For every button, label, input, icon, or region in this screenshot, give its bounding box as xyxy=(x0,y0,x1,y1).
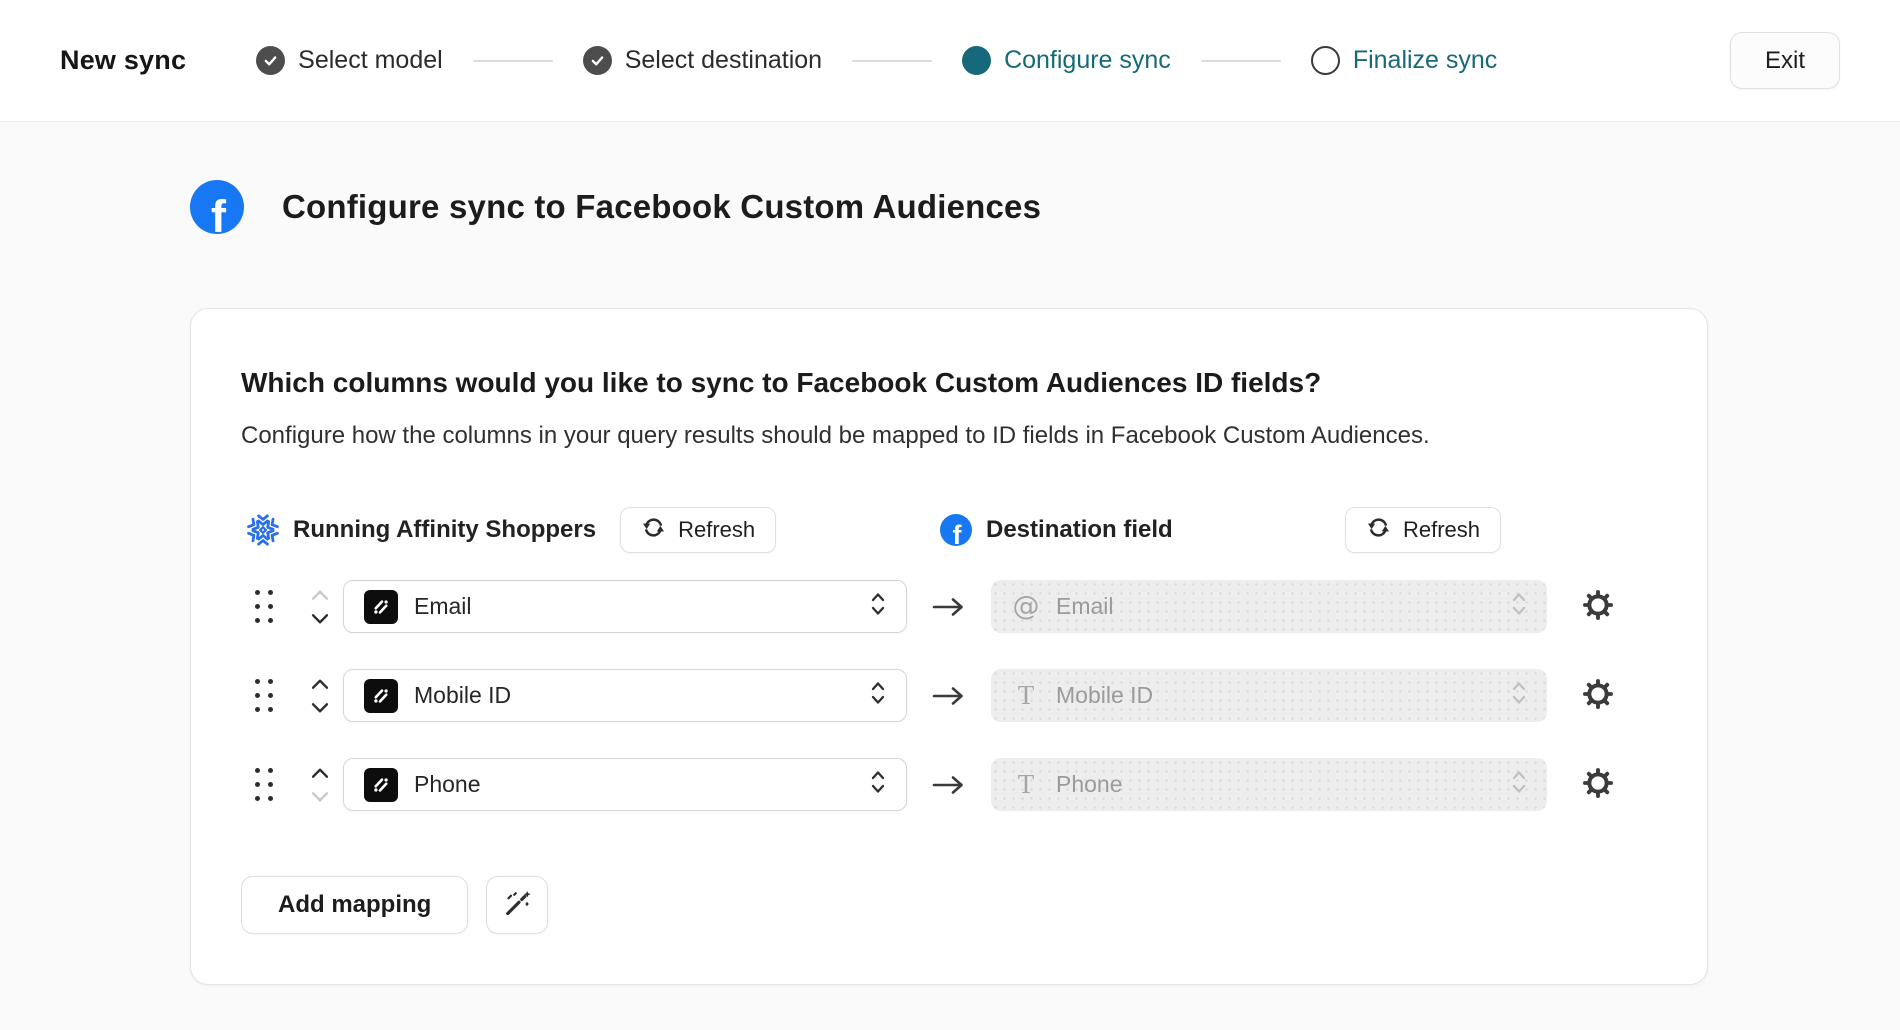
wizard-title: New sync xyxy=(60,45,186,76)
gear-icon xyxy=(1582,678,1614,713)
destination-field-value: Phone xyxy=(1056,771,1123,798)
step-label: Select model xyxy=(298,46,443,75)
step-label: Configure sync xyxy=(1004,46,1171,75)
snowflake-icon xyxy=(247,514,279,546)
arrow-right-icon xyxy=(907,774,991,796)
destination-field-select[interactable]: T Mobile ID xyxy=(991,669,1547,722)
facebook-icon: f xyxy=(940,514,972,546)
reorder-controls xyxy=(310,589,330,625)
select-carets-icon xyxy=(1511,590,1527,623)
at-icon: @ xyxy=(1011,591,1041,622)
destination-field-select[interactable]: T Phone xyxy=(991,758,1547,811)
arrow-right-icon xyxy=(907,685,991,707)
step-connector xyxy=(1201,60,1281,62)
step-active-dot-icon xyxy=(962,46,991,75)
drag-handle[interactable] xyxy=(255,768,279,801)
reorder-controls xyxy=(310,767,330,803)
refresh-label: Refresh xyxy=(678,517,755,543)
step-upcoming-circle-icon xyxy=(1311,46,1340,75)
mapping-row: Email @ Email xyxy=(241,580,1657,633)
card-subheading: Configure how the columns in your query … xyxy=(241,421,1657,451)
step-label: Finalize sync xyxy=(1353,46,1498,75)
source-header: Running Affinity Shoppers Refresh xyxy=(247,507,897,553)
source-model-name: Running Affinity Shoppers xyxy=(293,516,596,544)
step-select-model[interactable]: Select model xyxy=(256,46,443,75)
step-connector xyxy=(473,60,553,62)
move-down-icon xyxy=(310,791,330,803)
refresh-icon xyxy=(641,515,666,546)
page-title: Configure sync to Facebook Custom Audien… xyxy=(282,188,1041,226)
magic-wand-icon xyxy=(502,889,532,922)
source-column-value: Mobile ID xyxy=(414,682,511,709)
mapping-settings-button[interactable] xyxy=(1581,590,1615,624)
move-down-icon[interactable] xyxy=(310,613,330,625)
select-carets-icon xyxy=(870,768,886,801)
step-complete-check-icon xyxy=(256,46,285,75)
column-type-icon xyxy=(364,768,398,802)
mapper-header-row: Running Affinity Shoppers Refresh f xyxy=(247,507,1657,553)
source-column-value: Phone xyxy=(414,771,481,798)
mapping-row: Phone T Phone xyxy=(241,758,1657,811)
source-column-value: Email xyxy=(414,593,472,620)
wizard-stepper: Select model Select destination Configur… xyxy=(256,46,1497,75)
drag-handle[interactable] xyxy=(255,679,279,712)
refresh-destination-button[interactable]: Refresh xyxy=(1345,507,1501,553)
refresh-label: Refresh xyxy=(1403,517,1480,543)
column-type-icon xyxy=(364,590,398,624)
step-complete-check-icon xyxy=(583,46,612,75)
arrow-right-icon xyxy=(907,596,991,618)
main-content: f Configure sync to Facebook Custom Audi… xyxy=(0,122,1900,985)
move-up-icon[interactable] xyxy=(310,767,330,779)
mapping-settings-button[interactable] xyxy=(1581,679,1615,713)
exit-button[interactable]: Exit xyxy=(1730,32,1840,89)
move-up-icon[interactable] xyxy=(310,678,330,690)
source-column-select[interactable]: Phone xyxy=(343,758,907,811)
destination-field-select[interactable]: @ Email xyxy=(991,580,1547,633)
text-type-icon: T xyxy=(1011,769,1041,800)
facebook-icon: f xyxy=(190,180,244,234)
add-mapping-button[interactable]: Add mapping xyxy=(241,876,468,934)
select-carets-icon xyxy=(870,679,886,712)
gear-icon xyxy=(1582,589,1614,624)
destination-header: f Destination field Refresh xyxy=(940,507,1657,553)
step-connector xyxy=(852,60,932,62)
step-label: Select destination xyxy=(625,46,822,75)
move-down-icon[interactable] xyxy=(310,702,330,714)
destination-field-value: Mobile ID xyxy=(1056,682,1153,709)
refresh-source-button[interactable]: Refresh xyxy=(620,507,776,553)
select-carets-icon xyxy=(870,590,886,623)
destination-field-title: Destination field xyxy=(986,516,1173,544)
source-column-select[interactable]: Mobile ID xyxy=(343,669,907,722)
step-finalize-sync[interactable]: Finalize sync xyxy=(1311,46,1498,75)
select-carets-icon xyxy=(1511,679,1527,712)
column-type-icon xyxy=(364,679,398,713)
mapping-row: Mobile ID T Mobile ID xyxy=(241,669,1657,722)
step-configure-sync[interactable]: Configure sync xyxy=(962,46,1171,75)
step-select-destination[interactable]: Select destination xyxy=(583,46,822,75)
drag-handle[interactable] xyxy=(255,590,279,623)
wizard-topbar: New sync Select model Select destination… xyxy=(0,0,1900,122)
move-up-icon xyxy=(310,589,330,601)
gear-icon xyxy=(1582,767,1614,802)
page-header: f Configure sync to Facebook Custom Audi… xyxy=(190,180,1900,234)
card-footer: Add mapping xyxy=(241,876,1657,934)
text-type-icon: T xyxy=(1011,680,1041,711)
destination-field-value: Email xyxy=(1056,593,1114,620)
source-column-select[interactable]: Email xyxy=(343,580,907,633)
suggest-mappings-button[interactable] xyxy=(486,876,548,934)
card-heading: Which columns would you like to sync to … xyxy=(241,366,1657,400)
field-mapping-card: Which columns would you like to sync to … xyxy=(190,308,1708,985)
refresh-icon xyxy=(1366,515,1391,546)
mapping-settings-button[interactable] xyxy=(1581,768,1615,802)
reorder-controls xyxy=(310,678,330,714)
select-carets-icon xyxy=(1511,768,1527,801)
